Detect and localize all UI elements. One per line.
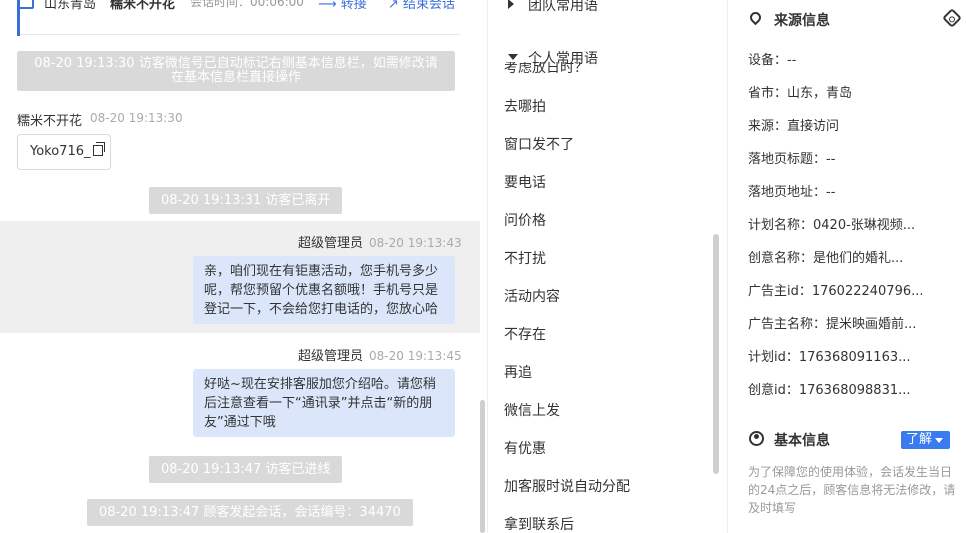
info-creative-id: 创意id：176368098831... <box>748 383 911 398</box>
info-advertiser-id: 广告主id：176022240796... <box>748 284 924 299</box>
info-source: 来源：直接访问 <box>748 119 840 134</box>
wechat-id-text: Yoko716_ <box>30 144 91 159</box>
phrase-item[interactable]: 再追 <box>504 362 532 382</box>
visitor-sender-name: 糯米不开花 <box>17 114 83 129</box>
chat-scrollbar[interactable] <box>480 400 485 533</box>
info-landing-title: 落地页标题：-- <box>748 152 836 167</box>
phrase-item[interactable]: 加客服时说自动分配 <box>504 476 630 496</box>
info-landing-url: 落地页地址：-- <box>748 185 836 200</box>
system-visitor-left: 08-20 19:13:31 访客已离开 <box>149 187 343 214</box>
visitor-name: 糯米不开花 <box>110 0 176 12</box>
system-session-started: 08-20 19:13:47 顾客发起会话，会话编号：34470 <box>87 499 413 526</box>
workspace: 山东青岛 糯米不开花 会话时间：00:06:00 ⟶ 转接 ↗ 结束会话 08-… <box>0 0 966 533</box>
visitor-location: 山东青岛 <box>44 0 97 12</box>
phrase-item[interactable]: 拿到联系后 <box>504 514 574 533</box>
agent-name: 超级管理员 <box>298 349 364 364</box>
info-device: 设备：-- <box>748 53 797 68</box>
visitor-card-border <box>20 34 460 35</box>
caret-down-icon <box>508 54 518 60</box>
system-notice: 08-20 19:13:30 访客微信号已自动标记右侧基本信息栏，如需修改请在基… <box>17 51 455 91</box>
caret-right-icon <box>508 0 514 9</box>
chat-header: 山东青岛 糯米不开花 会话时间：00:06:00 ⟶ 转接 ↗ 结束会话 <box>0 0 487 16</box>
monitor-icon <box>18 0 34 9</box>
info-creative-name: 创意名称：是他们的婚礼... <box>748 251 904 266</box>
phrase-item[interactable]: 活动内容 <box>504 286 560 306</box>
phrase-list: 考虑放日时？ 去哪拍 窗口发不了 要电话 问价格 不打扰 活动内容 不存在 再追… <box>488 62 714 533</box>
phrase-item[interactable]: 不存在 <box>504 324 546 344</box>
agent-message-bubble: 好哒~现在安排客服加您介绍哈。请您稍后注意查看一下“通讯录”并点击“新的朋友”通… <box>193 369 455 437</box>
agent-message-time: 08-20 19:13:43 <box>369 236 462 250</box>
phrases-panel: 团队常用语 个人常用语 考虑放日时？ 去哪拍 窗口发不了 要电话 问价格 不打扰… <box>487 0 727 533</box>
transfer-button[interactable]: ⟶ 转接 <box>318 0 367 12</box>
system-visitor-entered: 08-20 19:13:47 访客已进线 <box>149 456 343 483</box>
info-province-city: 省市：山东，青岛 <box>748 86 853 101</box>
phrase-item[interactable]: 不打扰 <box>504 248 546 268</box>
agent-message-meta: 超级管理员 08-20 19:13:43 <box>298 232 462 251</box>
phrase-item[interactable]: 微信上发 <box>504 400 560 420</box>
phrase-item[interactable]: 有优惠 <box>504 438 546 458</box>
caret-down-icon <box>935 438 943 443</box>
agent-message-bubble: 亲，咱们现在有钜惠活动，您手机号多少呢，帮您预留个优惠名额哦！手机号只是登记一下… <box>193 256 455 324</box>
session-duration: 会话时间：00:06:00 <box>190 0 304 9</box>
phrases-scrollbar[interactable] <box>713 234 719 474</box>
learn-more-dropdown[interactable]: 了解 <box>901 431 950 449</box>
phrase-item[interactable]: 窗口发不了 <box>504 134 574 154</box>
chat-panel: 山东青岛 糯米不开花 会话时间：00:06:00 ⟶ 转接 ↗ 结束会话 08-… <box>0 0 487 533</box>
phrase-item[interactable]: 去哪拍 <box>504 96 546 116</box>
agent-message-time: 08-20 19:13:45 <box>369 349 462 363</box>
source-info-title: 来源信息 <box>774 13 830 29</box>
settings-icon[interactable] <box>942 8 962 28</box>
phrase-item[interactable]: 要电话 <box>504 172 546 192</box>
info-plan-id: 计划id：176368091163... <box>748 350 911 365</box>
basic-info-title: 基本信息 <box>774 433 830 449</box>
user-icon <box>749 431 764 446</box>
visitor-message-time: 08-20 19:13:30 <box>90 111 183 125</box>
phrase-item[interactable]: 考虑放日时？ <box>504 62 588 77</box>
visitor-card-accent <box>17 0 20 36</box>
source-info-header: 来源信息 <box>747 8 963 30</box>
basic-info-hint: 为了保障您的使用体验，会话发生当日的24点之后，顾客信息将无法修改，请及时填写 <box>748 465 956 515</box>
agent-message-meta: 超级管理员 08-20 19:13:45 <box>298 345 462 364</box>
copy-icon[interactable] <box>92 142 105 156</box>
visitor-info-panel: 来源信息 设备：-- 省市：山东，青岛 来源：直接访问 落地页标题：-- 落地页… <box>727 0 966 533</box>
info-plan-name: 计划名称：0420-张琳视频... <box>748 218 916 233</box>
end-session-button[interactable]: ↗ 结束会话 <box>388 0 455 12</box>
learn-more-label: 了解 <box>906 432 933 447</box>
location-pin-icon <box>747 9 764 26</box>
phrase-item[interactable]: 问价格 <box>504 210 546 230</box>
info-advertiser-name: 广告主名称：提米映画婚前... <box>748 317 917 332</box>
team-phrases-label: 团队常用语 <box>528 0 598 14</box>
wechat-id-chip[interactable]: Yoko716_ <box>17 134 111 170</box>
agent-name: 超级管理员 <box>298 236 364 251</box>
